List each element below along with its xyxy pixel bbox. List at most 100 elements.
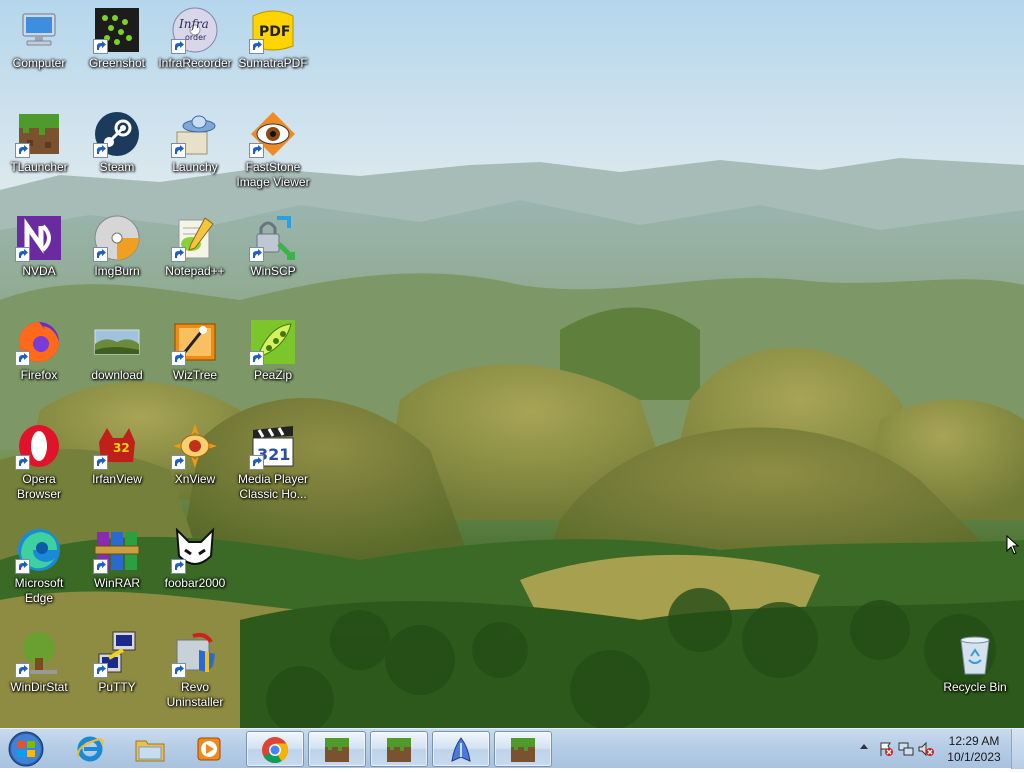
shortcut-arrow-icon <box>249 247 264 262</box>
icon-label: PuTTY <box>98 680 136 694</box>
shortcut-arrow-icon <box>15 351 30 366</box>
taskbar-button-launchy[interactable] <box>432 731 490 767</box>
windows-orb-icon <box>8 731 44 767</box>
shortcut-arrow-icon <box>171 39 186 54</box>
icon-label: WizTree <box>172 368 218 382</box>
internet-explorer-icon <box>76 736 104 762</box>
launchy-ufo-icon <box>171 110 219 158</box>
foobar2000-cat-icon <box>171 526 219 574</box>
shortcut-arrow-icon <box>93 39 108 54</box>
icon-label: TLauncher <box>10 160 68 174</box>
desktop-icon-tlauncher[interactable]: TLauncher <box>0 104 78 200</box>
desktop-icon-download[interactable]: download <box>78 312 156 408</box>
chrome-icon <box>262 737 289 764</box>
shortcut-arrow-icon <box>171 247 186 262</box>
desktop-icon-revo[interactable]: Revo Uninstaller <box>156 624 234 720</box>
sumatrapdf-icon: PDF <box>249 6 297 54</box>
desktop-icon-nvda[interactable]: NVDA <box>0 208 78 304</box>
desktop-icon-launchy[interactable]: Launchy <box>156 104 234 200</box>
clock[interactable]: 12:29 AM 10/1/2023 <box>934 733 1014 765</box>
imgburn-disc-icon <box>93 214 141 262</box>
desktop-icon-winrar[interactable]: WinRAR <box>78 520 156 616</box>
desktop-icon-putty[interactable]: PuTTY <box>78 624 156 720</box>
shortcut-arrow-icon <box>15 455 30 470</box>
clock-date: 10/1/2023 <box>947 750 1001 764</box>
media-player-icon <box>197 737 221 761</box>
taskbar-pin-internet-explorer[interactable] <box>62 731 118 767</box>
desktop-icon-notepadpp[interactable]: Notepad++ <box>156 208 234 304</box>
nvda-icon <box>15 214 63 262</box>
icon-label: XnView <box>174 472 216 486</box>
desktop-icon-windirstat[interactable]: WinDirStat <box>0 624 78 720</box>
icon-label: Microsoft Edge <box>14 576 64 605</box>
svg-text:32: 32 <box>113 441 130 455</box>
start-button[interactable] <box>4 730 48 768</box>
show-hidden-icons-chevron[interactable] <box>860 744 868 749</box>
firefox-icon <box>15 318 63 366</box>
icon-label: Greenshot <box>88 56 146 70</box>
action-center-flag-icon[interactable] <box>878 741 894 757</box>
icon-label: WinSCP <box>250 264 296 278</box>
taskbar-pin-media-player[interactable] <box>182 731 238 767</box>
xnview-icon <box>171 422 219 470</box>
shortcut-arrow-icon <box>15 247 30 262</box>
steam-icon <box>93 110 141 158</box>
shortcut-arrow-icon <box>93 143 108 158</box>
volume-muted-icon[interactable] <box>918 741 934 757</box>
icon-label: foobar2000 <box>164 576 226 590</box>
desktop-icon-irfanview[interactable]: 32 IrfanView <box>78 416 156 512</box>
desktop-icon-wiztree[interactable]: WizTree <box>156 312 234 408</box>
desktop-icon-opera[interactable]: Opera Browser <box>0 416 78 512</box>
desktop-icon-computer[interactable]: Computer <box>0 0 78 96</box>
network-icon[interactable] <box>898 741 914 757</box>
recycle-bin-icon <box>951 630 999 678</box>
desktop-icon-firefox[interactable]: Firefox <box>0 312 78 408</box>
shortcut-arrow-icon <box>93 663 108 678</box>
show-desktop-button[interactable] <box>1011 729 1024 769</box>
desktop-icon-recycle-bin[interactable]: Recycle Bin <box>936 624 1014 720</box>
taskbar-button-minecraft-3[interactable] <box>494 731 552 767</box>
icon-label: FastStone Image Viewer <box>236 160 310 189</box>
shortcut-arrow-icon <box>249 143 264 158</box>
desktop-icon-xnview[interactable]: XnView <box>156 416 234 512</box>
icon-label: WinDirStat <box>10 680 68 694</box>
icon-label: SumatraPDF <box>238 56 308 70</box>
revo-uninstaller-icon <box>171 630 219 678</box>
icon-label: Computer <box>12 56 66 70</box>
peazip-icon <box>249 318 297 366</box>
mpc-hc-clapperboard-icon: 321 <box>249 422 297 470</box>
shortcut-arrow-icon <box>93 559 108 574</box>
icon-label: Media Player Classic Ho... <box>237 472 309 501</box>
icon-label: Revo Uninstaller <box>166 680 224 709</box>
desktop-icon-faststone[interactable]: FastStone Image Viewer <box>234 104 312 200</box>
system-tray: 12:29 AM 10/1/2023 <box>834 729 1024 769</box>
desktop-icon-edge[interactable]: Microsoft Edge <box>0 520 78 616</box>
minecraft-grass-icon <box>511 738 535 762</box>
shortcut-arrow-icon <box>171 351 186 366</box>
icon-label: InfraRecorder <box>158 56 232 70</box>
icon-label: download <box>91 368 143 382</box>
desktop-icon-sumatrapdf[interactable]: PDF SumatraPDF <box>234 0 312 96</box>
desktop-icon-winscp[interactable]: WinSCP <box>234 208 312 304</box>
icon-label: PeaZip <box>253 368 293 382</box>
desktop-icon-peazip[interactable]: PeaZip <box>234 312 312 408</box>
taskbar-button-minecraft-2[interactable] <box>370 731 428 767</box>
desktop-icon-mpc-hc[interactable]: 321 Media Player Classic Ho... <box>234 416 312 512</box>
taskbar-button-chrome[interactable] <box>246 731 304 767</box>
desktop-icon-steam[interactable]: Steam <box>78 104 156 200</box>
icon-label: Recycle Bin <box>943 680 1007 694</box>
taskbar-pin-file-explorer[interactable] <box>122 731 178 767</box>
icon-label: ImgBurn <box>94 264 140 278</box>
minecraft-grass-icon <box>387 738 411 762</box>
desktop-icon-greenshot[interactable]: Greenshot <box>78 0 156 96</box>
shortcut-arrow-icon <box>249 455 264 470</box>
clock-time: 12:29 AM <box>948 734 1000 748</box>
svg-text:PDF: PDF <box>259 24 290 40</box>
desktop-icon-infrarecorder[interactable]: Infra order InfraRecorder <box>156 0 234 96</box>
desktop-icon-foobar2000[interactable]: foobar2000 <box>156 520 234 616</box>
desktop-icon-imgburn[interactable]: ImgBurn <box>78 208 156 304</box>
taskbar-button-minecraft-1[interactable] <box>308 731 366 767</box>
putty-icon <box>93 630 141 678</box>
svg-text:Infra: Infra <box>178 17 209 31</box>
irfanview-cat-icon: 32 <box>93 422 141 470</box>
